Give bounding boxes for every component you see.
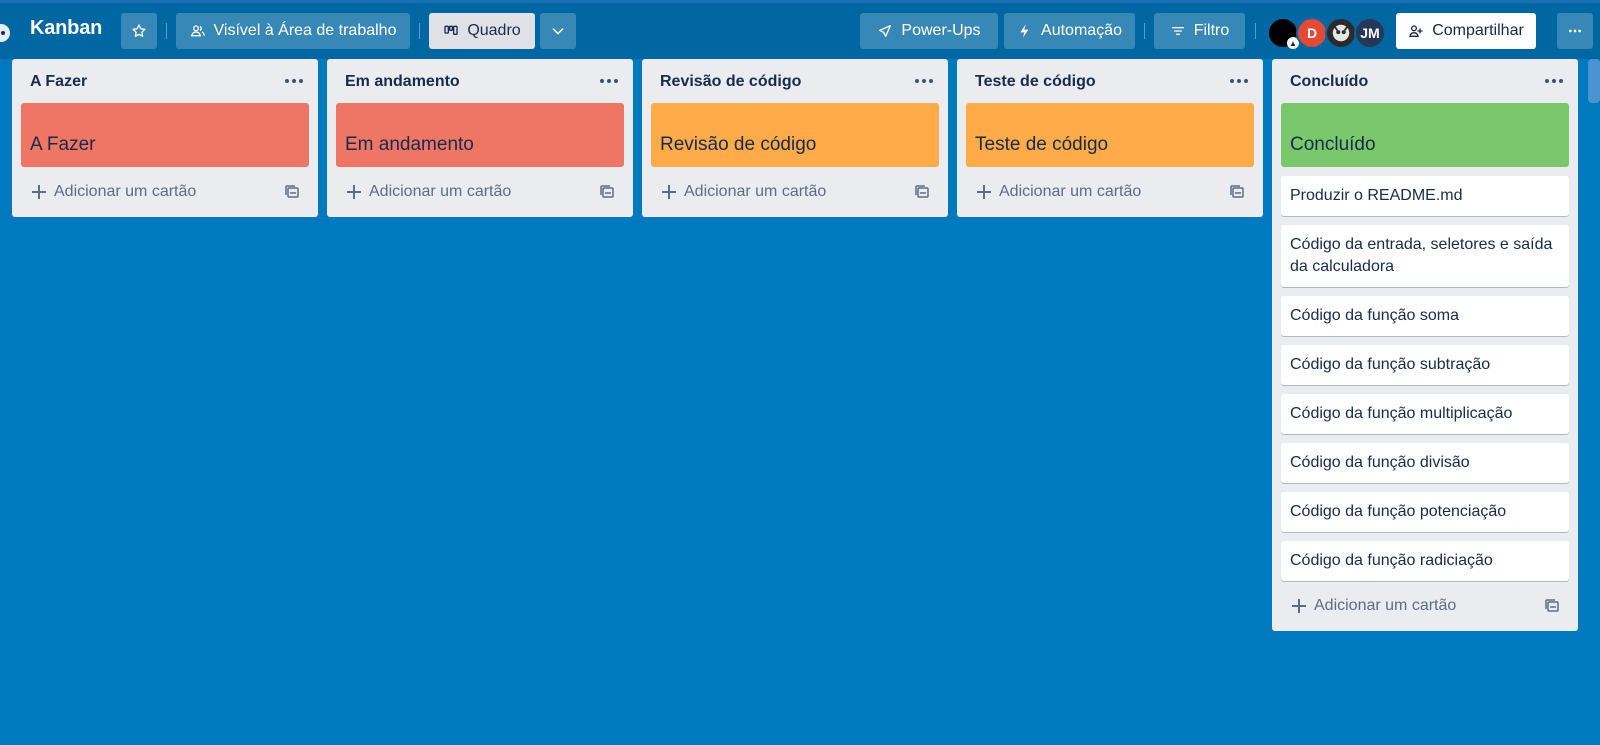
card-cover-title: A Fazer xyxy=(30,134,96,155)
list-revisao-de-codigo: Revisão de código Revisão de código Adic… xyxy=(642,59,948,217)
list-header[interactable]: A Fazer xyxy=(12,59,318,103)
board-menu-button[interactable] xyxy=(1557,13,1593,49)
list-em-andamento: Em andamento Em andamento Adicionar um c… xyxy=(327,59,633,217)
card[interactable]: Código da entrada, seletores e saída da … xyxy=(1281,225,1569,287)
list-teste-de-codigo: Teste de código Teste de código Adiciona… xyxy=(957,59,1263,217)
card[interactable]: Código da função potenciação xyxy=(1281,492,1569,532)
plus-icon xyxy=(32,185,46,199)
visibility-button[interactable]: Visível à Área de trabalho xyxy=(176,13,410,49)
list-menu-button[interactable] xyxy=(597,71,621,91)
board-view-icon xyxy=(444,25,458,35)
header-divider xyxy=(166,23,167,39)
list-title[interactable]: Revisão de código xyxy=(660,73,801,90)
card-cover-title: Concluído xyxy=(1290,134,1376,155)
header-divider xyxy=(1144,23,1145,39)
card-cover[interactable]: Em andamento xyxy=(336,103,624,167)
more-icon xyxy=(1569,29,1581,33)
card-cover[interactable]: Concluído xyxy=(1281,103,1569,167)
card[interactable]: Código da função subtração xyxy=(1281,345,1569,385)
add-card-label: Adicionar um cartão xyxy=(369,183,512,200)
chevron-down-icon xyxy=(552,28,564,35)
automation-button[interactable]: Automação xyxy=(1004,13,1135,49)
card-template-icon[interactable] xyxy=(914,184,930,200)
board-title[interactable]: Kanban xyxy=(30,17,102,40)
rocket-icon xyxy=(879,25,892,37)
avatar[interactable]: ▲ xyxy=(1267,17,1299,49)
avatar[interactable]: D xyxy=(1296,17,1328,49)
list-menu-button[interactable] xyxy=(282,71,306,91)
avatar-initials: D xyxy=(1306,25,1318,41)
board-view-label: Quadro xyxy=(467,22,521,39)
list-a-fazer: A Fazer A Fazer Adicionar um cartão xyxy=(12,59,318,217)
card-template-icon[interactable] xyxy=(284,184,300,200)
plus-icon xyxy=(662,185,676,199)
lightning-icon xyxy=(1020,24,1029,38)
add-member-icon xyxy=(1409,25,1423,37)
workspace-visibility-icon xyxy=(190,25,205,37)
header-divider xyxy=(1255,23,1256,39)
add-card-label: Adicionar um cartão xyxy=(684,183,827,200)
avatar[interactable] xyxy=(1325,17,1357,49)
board-view-button[interactable]: Quadro xyxy=(429,13,535,49)
list-menu-button[interactable] xyxy=(1227,71,1251,91)
card-cover[interactable]: A Fazer xyxy=(21,103,309,167)
vertical-scrollbar[interactable] xyxy=(1588,59,1600,103)
share-button[interactable]: Compartilhar xyxy=(1396,13,1536,49)
list-title[interactable]: A Fazer xyxy=(30,73,87,90)
card-cover[interactable]: Teste de código xyxy=(966,103,1254,167)
list-menu-button[interactable] xyxy=(1542,71,1566,91)
list-concluido: Concluído Concluído Produzir o README.md… xyxy=(1272,59,1578,631)
card[interactable]: Código da função radiciação xyxy=(1281,541,1569,581)
plus-icon xyxy=(977,185,991,199)
list-title[interactable]: Em andamento xyxy=(345,73,460,90)
list-header[interactable]: Em andamento xyxy=(327,59,633,103)
header-divider xyxy=(419,23,420,39)
list-title[interactable]: Teste de código xyxy=(975,73,1096,90)
card-template-icon[interactable] xyxy=(1229,184,1245,200)
share-label: Compartilhar xyxy=(1432,22,1524,39)
card-cover-title: Revisão de código xyxy=(660,134,817,155)
list-header[interactable]: Revisão de código xyxy=(642,59,948,103)
add-card-button[interactable]: Adicionar um cartão xyxy=(957,167,1263,217)
add-card-button[interactable]: Adicionar um cartão xyxy=(1272,581,1578,631)
card-template-icon[interactable] xyxy=(1544,598,1560,614)
list-header[interactable]: Teste de código xyxy=(957,59,1263,103)
star-icon xyxy=(132,24,146,37)
avatar[interactable]: JM xyxy=(1354,17,1386,49)
power-ups-button[interactable]: Power-Ups xyxy=(860,13,998,49)
add-card-button[interactable]: Adicionar um cartão xyxy=(12,167,318,217)
filter-label: Filtro xyxy=(1193,22,1230,39)
list-menu-button[interactable] xyxy=(912,71,936,91)
automation-label: Automação xyxy=(1041,22,1122,39)
card-template-icon[interactable] xyxy=(599,184,615,200)
card-cover-title: Em andamento xyxy=(345,134,474,155)
card[interactable]: Código da função divisão xyxy=(1281,443,1569,483)
card[interactable]: Código da função multiplicação xyxy=(1281,394,1569,434)
view-switcher-button[interactable] xyxy=(540,13,576,49)
add-card-button[interactable]: Adicionar um cartão xyxy=(327,167,633,217)
add-card-label: Adicionar um cartão xyxy=(1314,597,1457,614)
sidebar-toggle-button[interactable] xyxy=(0,22,12,44)
add-card-label: Adicionar um cartão xyxy=(999,183,1142,200)
board-header: Kanban Visível à Área de trabalho Quadro… xyxy=(0,3,1600,59)
avatar-initials: JM xyxy=(1360,25,1380,41)
card-cover[interactable]: Revisão de código xyxy=(651,103,939,167)
list-header[interactable]: Concluído xyxy=(1272,59,1578,103)
list-title[interactable]: Concluído xyxy=(1290,73,1368,90)
add-card-button[interactable]: Adicionar um cartão xyxy=(642,167,948,217)
avatar-image-icon xyxy=(1332,24,1350,42)
add-card-label: Adicionar um cartão xyxy=(54,183,197,200)
power-ups-label: Power-Ups xyxy=(901,22,981,39)
plus-icon xyxy=(347,185,361,199)
star-button[interactable] xyxy=(121,13,157,49)
filter-button[interactable]: Filtro xyxy=(1154,13,1245,49)
plus-icon xyxy=(1292,599,1306,613)
card-cover-title: Teste de código xyxy=(975,134,1109,155)
visibility-label: Visível à Área de trabalho xyxy=(213,22,397,39)
filter-icon xyxy=(1171,26,1184,35)
card[interactable]: Código da função soma xyxy=(1281,296,1569,336)
card[interactable]: Produzir o README.md xyxy=(1281,176,1569,216)
